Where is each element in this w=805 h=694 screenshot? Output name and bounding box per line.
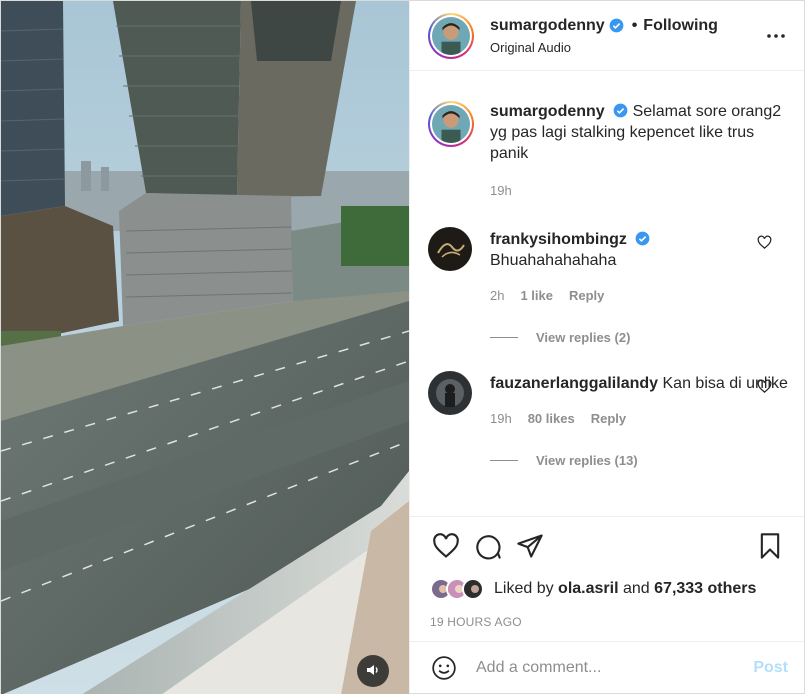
comment-likes-count[interactable]: 1 like <box>520 285 553 306</box>
likes-summary: Liked by ola.asril and 67,333 others <box>410 575 804 603</box>
comment-item: fauzanerlanggalilandy Kan bisa di unlike… <box>428 371 788 429</box>
caption-username[interactable]: sumargodenny <box>490 103 605 120</box>
view-replies-label: View replies (13) <box>536 453 638 468</box>
like-comment-heart-icon[interactable] <box>757 379 772 397</box>
audio-label[interactable]: Original Audio <box>490 40 764 55</box>
save-bookmark-icon[interactable] <box>750 526 790 566</box>
comment-bubble-icon[interactable] <box>468 526 508 566</box>
view-replies-label: View replies (2) <box>536 330 631 345</box>
verified-badge-icon <box>635 231 650 246</box>
speaker-icon <box>365 662 381 681</box>
post-caption: sumargodenny Selamat sore orang2 yg pas … <box>428 101 788 201</box>
sound-toggle-button[interactable] <box>357 655 389 687</box>
commenter-avatar[interactable] <box>428 371 472 415</box>
video-frame <box>1 1 409 694</box>
post-modal: sumargodenny • Following Original Audio <box>0 0 805 694</box>
post-comment-button[interactable]: Post <box>753 659 788 677</box>
comment-text: Bhuahahahahaha <box>490 252 617 269</box>
view-replies-button[interactable]: View replies (2) <box>490 330 788 345</box>
commenter-avatar[interactable] <box>428 227 472 271</box>
header-separator: • <box>631 16 638 34</box>
divider <box>490 460 518 461</box>
more-options-icon[interactable] <box>764 24 788 48</box>
add-comment-bar: Post <box>410 641 804 693</box>
reply-button[interactable]: Reply <box>569 285 604 306</box>
header-text: sumargodenny • Following Original Audio <box>490 17 764 55</box>
post-side-panel: sumargodenny • Following Original Audio <box>409 1 804 693</box>
post-media[interactable] <box>1 1 409 694</box>
verified-badge-icon <box>613 103 628 118</box>
post-actions-area: Liked by ola.asril and 67,333 others 19 … <box>410 516 804 693</box>
comment-likes-count[interactable]: 80 likes <box>528 408 575 429</box>
action-bar <box>410 517 804 575</box>
share-paper-plane-icon[interactable] <box>510 526 550 566</box>
liked-by-user[interactable]: ola.asril <box>558 580 618 598</box>
post-header: sumargodenny • Following Original Audio <box>410 1 804 71</box>
author-username[interactable]: sumargodenny <box>490 17 605 35</box>
comment-time[interactable]: 2h <box>490 285 504 306</box>
comment-time[interactable]: 19h <box>490 408 512 429</box>
liked-by-joiner: and <box>622 580 650 597</box>
comment-username[interactable]: fauzanerlanggalilandy <box>490 375 658 392</box>
liker-avatar <box>462 578 484 600</box>
following-button[interactable]: Following <box>643 17 718 35</box>
post-timestamp[interactable]: 19 HOURS AGO <box>410 609 804 635</box>
like-heart-icon[interactable] <box>426 526 466 566</box>
liked-by-prefix: Liked by <box>494 580 554 597</box>
caption-time[interactable]: 19h <box>490 180 512 201</box>
author-avatar[interactable] <box>428 12 474 59</box>
reply-button[interactable]: Reply <box>591 408 626 429</box>
comment-input[interactable] <box>476 658 754 677</box>
caption-avatar[interactable] <box>428 101 474 147</box>
comment-username[interactable]: frankysihombingz <box>490 231 627 248</box>
comments-section[interactable]: sumargodenny Selamat sore orang2 yg pas … <box>410 71 804 516</box>
like-comment-heart-icon[interactable] <box>757 235 772 253</box>
emoji-smiley-icon[interactable] <box>430 654 458 682</box>
comment-item: frankysihombingz Bhuahahahahaha 2h 1 lik… <box>428 227 788 306</box>
liker-avatars[interactable] <box>430 578 484 600</box>
divider <box>490 337 518 338</box>
view-replies-button[interactable]: View replies (13) <box>490 453 788 468</box>
verified-badge-icon <box>609 18 624 33</box>
likes-others-count[interactable]: 67,333 others <box>654 580 756 598</box>
